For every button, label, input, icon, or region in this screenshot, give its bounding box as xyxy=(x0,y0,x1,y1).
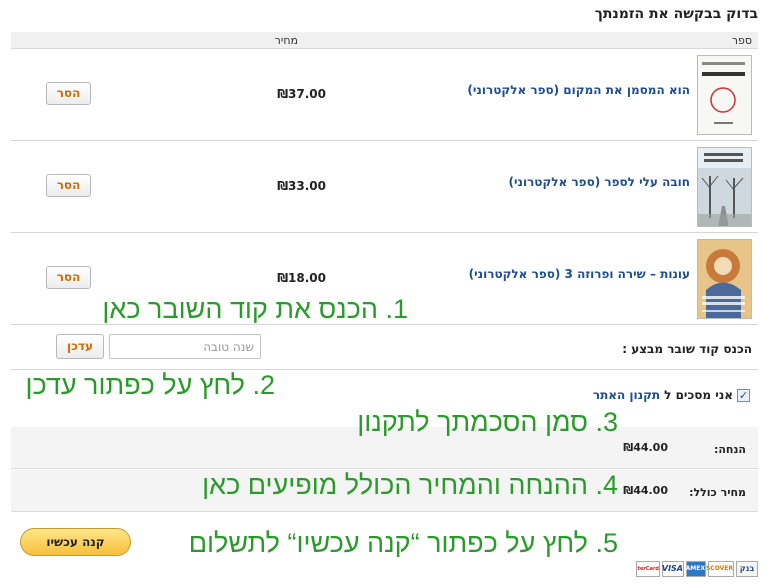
terms-prefix: אני מסכים ל xyxy=(664,388,733,402)
discover-logo: DISCOVER xyxy=(699,561,734,577)
instruction-step-5: 5. לחץ על כפתור “קנה עכשיו“ לתשלום xyxy=(188,528,618,558)
book-title-link[interactable]: עונות – שירה ופרוזה 3 (ספר אלקטרוני) xyxy=(469,267,690,281)
total-value: ₪44.00 xyxy=(623,484,668,497)
instruction-step-2: 2. לחץ על כפתור עדכן xyxy=(25,370,276,400)
terms-link[interactable]: תקנון האתר xyxy=(593,388,660,402)
visa-logo: VISA xyxy=(662,561,684,577)
coupon-label: הכנס קוד שובר מבצע : xyxy=(622,342,752,356)
buy-now-button[interactable]: קנה עכשיו xyxy=(20,528,131,556)
update-button[interactable]: עדכן xyxy=(56,334,104,359)
book-cover-image[interactable] xyxy=(697,147,752,227)
book-price: ₪37.00 xyxy=(277,87,326,101)
bank-logo: בנק xyxy=(736,561,758,577)
remove-button[interactable]: הסר xyxy=(46,82,91,105)
book-price: ₪18.00 xyxy=(277,271,326,285)
book-cover-image[interactable] xyxy=(697,239,752,319)
coupon-code-input[interactable] xyxy=(109,334,261,359)
cart-table-header: ספר מחיר xyxy=(11,32,758,49)
remove-button[interactable]: הסר xyxy=(46,266,91,289)
page-title: בדוק בבקשה את הזמנתך xyxy=(594,6,758,22)
instruction-step-4: 4. ההנחה והמחיר הכולל מופיעים כאן xyxy=(202,470,618,500)
book-price: ₪33.00 xyxy=(277,179,326,193)
cart-row: הוא המסמן את המקום (ספר אלקטרוני) ₪37.00… xyxy=(11,49,758,141)
discount-label: הנחה: xyxy=(713,443,746,456)
book-title-link[interactable]: הוא המסמן את המקום (ספר אלקטרוני) xyxy=(467,83,690,97)
total-label: מחיר כולל: xyxy=(689,486,746,499)
instruction-step-3: 3. סמן הסכמתך לתקנון xyxy=(357,407,618,437)
cart-row: חובה עלי לספר (ספר אלקטרוני) ₪33.00 הסר xyxy=(11,141,758,233)
terms-checkbox[interactable]: ✓ xyxy=(737,388,750,402)
coupon-row: הכנס קוד שובר מבצע : עדכן xyxy=(11,325,758,370)
column-header-price: מחיר xyxy=(274,34,298,47)
column-header-book: ספר xyxy=(731,34,752,47)
terms-agreement: ✓ אני מסכים ל תקנון האתר xyxy=(593,388,750,402)
remove-button[interactable]: הסר xyxy=(46,174,91,197)
book-title-link[interactable]: חובה עלי לספר (ספר אלקטרוני) xyxy=(509,175,691,189)
discount-value: ₪44.00 xyxy=(623,441,668,454)
amex-logo: AMEX xyxy=(686,561,706,577)
mastercard-logo: MasterCard xyxy=(636,561,660,577)
book-cover-image[interactable] xyxy=(697,55,752,135)
instruction-step-1: 1. הכנס את קוד השובר כאן xyxy=(102,294,408,324)
